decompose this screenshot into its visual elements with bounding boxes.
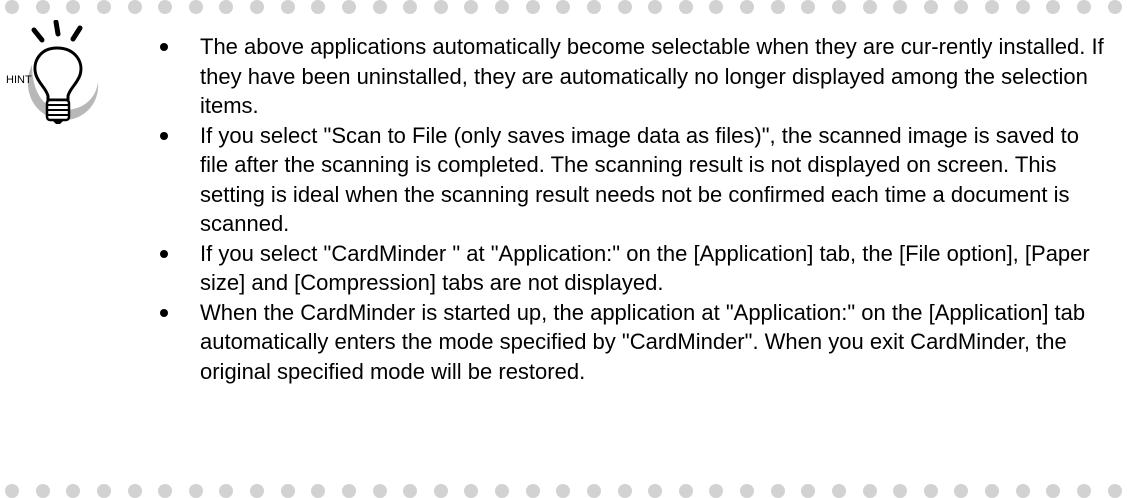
border-dot [556,0,571,14]
hint-bullet-list: The above applications automatically bec… [160,32,1110,386]
border-dot [985,0,999,14]
border-dot [341,484,356,498]
top-dotted-border [0,0,1127,14]
hint-label: HINT [6,74,32,86]
border-dot [158,0,173,14]
border-dot [5,0,19,14]
bullet-dot [160,131,168,140]
border-dot [831,0,846,14]
border-dot [893,484,908,498]
border-dot [893,0,908,14]
border-dot [709,0,724,14]
border-dot [280,0,295,14]
border-dot [985,484,999,498]
border-dot [954,484,969,498]
border-dot [678,484,693,498]
bullet-text: When the CardMinder is started up, the a… [200,299,1086,384]
border-dot [495,484,509,498]
border-dot [586,484,601,498]
border-dot [35,484,50,498]
border-dot [1107,484,1122,498]
border-dot [862,0,877,14]
border-dot [250,0,264,14]
border-dot [1046,484,1061,498]
border-dot [219,0,234,14]
border-dot [1046,0,1061,14]
border-dot [617,484,632,498]
border-dot [1015,484,1030,498]
border-dot [66,0,81,14]
border-dot [617,0,632,14]
border-dot [740,0,754,14]
border-dot [801,484,816,498]
border-dot [372,484,387,498]
border-dot [923,484,938,498]
bullet-dot [160,308,168,317]
border-dot [433,484,448,498]
border-dot [219,484,234,498]
border-dot [678,0,693,14]
border-dot [127,484,142,498]
border-dot [801,0,816,14]
bullet-item: If you select "Scan to File (only saves … [160,121,1110,239]
border-dot [341,0,356,14]
border-dot [5,484,19,498]
border-dot [831,484,846,498]
border-dot [954,0,969,14]
bullet-item: When the CardMinder is started up, the a… [160,298,1110,387]
border-dot [35,0,50,14]
border-dot [1076,0,1091,14]
border-dot [403,0,418,14]
border-dot [66,484,81,498]
bullet-text: If you select "CardMinder " at "Applicat… [200,240,1090,296]
border-dot [709,484,724,498]
border-dot [96,484,111,498]
border-dot [311,484,326,498]
border-dot [188,484,203,498]
bullet-dot [160,249,168,258]
border-dot [127,0,142,14]
border-dot [1076,484,1091,498]
border-dot [433,0,448,14]
border-dot [464,0,479,14]
bullet-item: The above applications automatically bec… [160,32,1110,121]
border-dot [96,0,111,14]
border-dot [403,484,418,498]
border-dot [280,484,295,498]
border-dot [770,0,785,14]
hint-icon: HINT [2,19,118,130]
border-dot [923,0,938,14]
border-dot [158,484,173,498]
border-dot [1107,0,1122,14]
border-dot [525,484,540,498]
border-dot [556,484,571,498]
bullet-item: If you select "CardMinder " at "Applicat… [160,239,1110,298]
border-dot [495,0,509,14]
border-dot [862,484,877,498]
border-dot [372,0,387,14]
bullet-text: If you select "Scan to File (only saves … [200,122,1079,237]
border-dot [586,0,601,14]
border-dot [464,484,479,498]
bullet-text: The above applications automatically bec… [200,34,1104,118]
border-dot [648,0,663,14]
bullet-dot [160,43,168,51]
border-dot [648,484,663,498]
border-dot [250,484,264,498]
border-dot [770,484,785,498]
border-dot [525,0,540,14]
border-dot [740,484,754,498]
border-dot [1015,0,1030,14]
border-dot [311,0,326,14]
border-dot [188,0,203,14]
bottom-dotted-border [0,484,1127,498]
